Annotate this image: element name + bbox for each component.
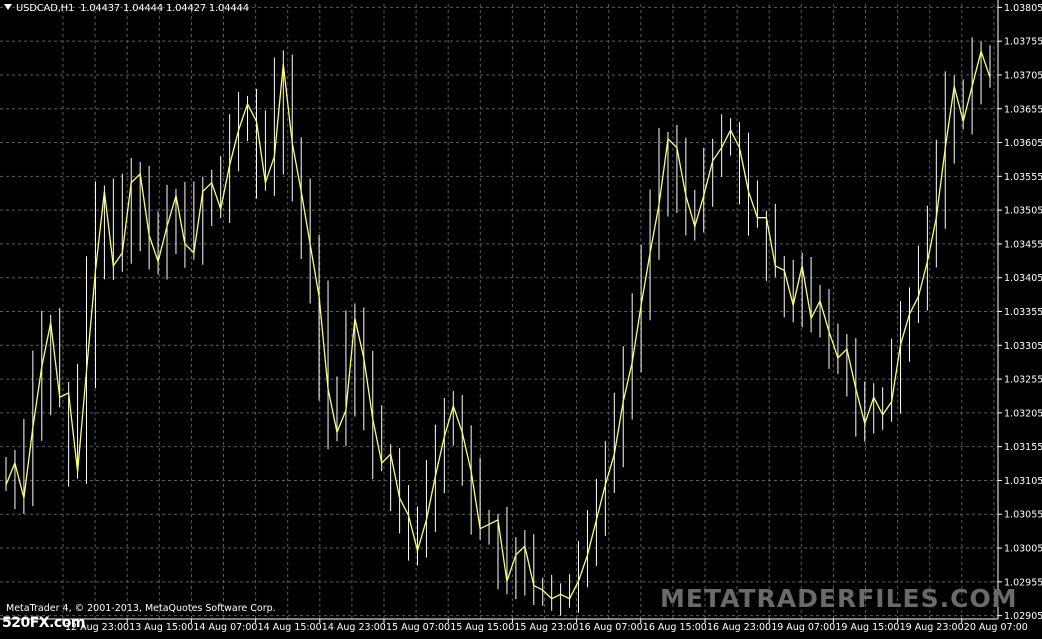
time-tick-label: 14 Aug 07:00 [193, 622, 257, 633]
time-tick-label: 16 Aug 23:00 [707, 622, 771, 633]
time-tick-label: 15 Aug 15:00 [450, 622, 514, 633]
time-tick-label: 16 Aug 07:00 [579, 622, 643, 633]
time-tick-label: 13 Aug 15:00 [129, 622, 193, 633]
price-bars [5, 37, 991, 616]
price-tick-label: 1.03705 [1004, 70, 1042, 81]
price-tick-label: 1.03205 [1004, 408, 1042, 419]
time-tick-label: 19 Aug 07:00 [771, 622, 835, 633]
time-tick-label: 14 Aug 23:00 [322, 622, 386, 633]
chart-canvas[interactable]: 1.03805 1.03755 1.03705 1.03655 1.03605 1.035… [0, 0, 1042, 635]
symbol-label: USDCAD,H1 [16, 3, 75, 14]
price-tick-label: 1.03155 [1004, 442, 1042, 453]
time-tick-label: 14 Aug 15:00 [258, 622, 322, 633]
price-axis-labels: 1.03805 1.03755 1.03705 1.03655 1.03605 1.035… [1004, 3, 1042, 622]
time-tick-label: 16 Aug 15:00 [643, 622, 707, 633]
price-tick-label: 1.03755 [1004, 37, 1042, 48]
time-tick-label: 19 Aug 23:00 [900, 622, 964, 633]
copyright-text: MetaTrader 4, © 2001-2013, MetaQuotes So… [6, 603, 276, 614]
price-tick-label: 1.03455 [1004, 239, 1042, 250]
price-chart[interactable]: 1.03805 1.03755 1.03705 1.03655 1.03605 1.035… [0, 0, 1042, 635]
time-tick-label: 20 Aug 07:00 [964, 622, 1028, 633]
price-tick-label: 1.03255 [1004, 375, 1042, 386]
price-tick-label: 1.03555 [1004, 172, 1042, 183]
price-tick-label: 1.03655 [1004, 104, 1042, 115]
price-tick-label: 1.03505 [1004, 206, 1042, 217]
price-tick-label: 1.03055 [1004, 510, 1042, 521]
price-tick-label: 1.03405 [1004, 273, 1042, 284]
price-tick-label: 1.03605 [1004, 138, 1042, 149]
site-logo-text: 520FX.com [2, 615, 85, 631]
watermark-text: METATRADERFILES.COM [660, 584, 1018, 613]
symbol-header: USDCAD,H1 1.04437 1.04444 1.04427 1.0444… [4, 3, 249, 14]
time-axis-labels: 12 Aug 23:00 13 Aug 15:00 14 Aug 07:00 14 A… [65, 622, 1028, 633]
time-tick-label: 19 Aug 15:00 [835, 622, 899, 633]
quote-values: 1.04437 1.04444 1.04427 1.04444 [80, 3, 249, 14]
price-tick-label: 1.03355 [1004, 307, 1042, 318]
price-tick-label: 1.03805 [1004, 3, 1042, 14]
dropdown-triangle-icon[interactable] [4, 4, 12, 10]
price-tick-label: 1.03305 [1004, 341, 1042, 352]
price-tick-label: 1.03005 [1004, 544, 1042, 555]
time-tick-label: 15 Aug 07:00 [386, 622, 450, 633]
price-tick-label: 1.03105 [1004, 476, 1042, 487]
time-tick-label: 15 Aug 23:00 [514, 622, 578, 633]
